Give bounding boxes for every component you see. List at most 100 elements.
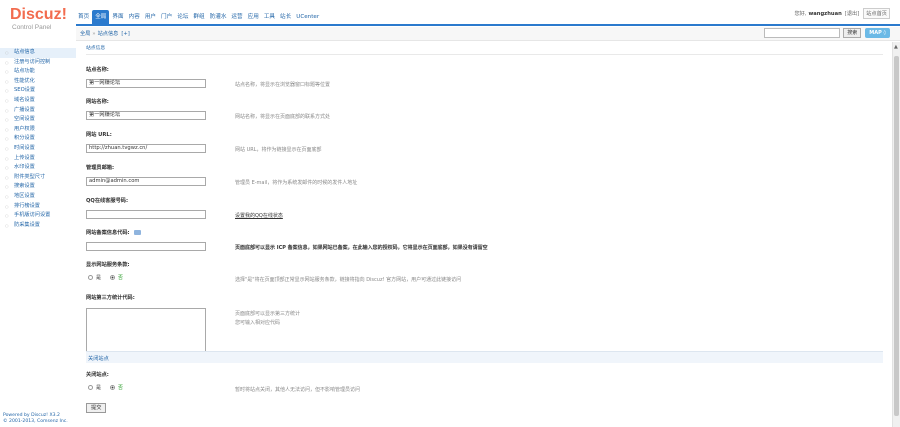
- username: wangzhuan: [808, 10, 842, 17]
- icp-label: 网站备案信息代码:: [86, 229, 141, 236]
- logout-link[interactable]: [退出]: [845, 10, 859, 17]
- nav-item[interactable]: 站长: [278, 10, 293, 24]
- nav-item[interactable]: 运营: [229, 10, 244, 24]
- qq-status-link[interactable]: 设置我的QQ在线状态: [235, 212, 283, 219]
- no-label: 否: [118, 275, 124, 281]
- service-terms-yes-radio[interactable]: [88, 275, 93, 280]
- web-name-hint: 网站名称，将显示在页面底部的联系方式处: [235, 114, 331, 120]
- page-title: 站点信息: [86, 46, 106, 51]
- sidebar-item[interactable]: 用户权限: [0, 125, 76, 135]
- sidebar-menu: 站点信息注册与访问控制站点功能性能优化SEO设置域名设置广播设置空间设置用户权限…: [0, 48, 76, 230]
- sidebar-item[interactable]: 站点信息: [0, 48, 76, 58]
- logo[interactable]: Discuz! Control Panel: [10, 6, 68, 32]
- sidebar-item[interactable]: 排行榜设置: [0, 202, 76, 212]
- service-terms-hint: 选择"是"将在页面顶部正常显示网站服务条款，链接将指向 Discuz! 官方网站…: [235, 277, 462, 283]
- close-site-label: 关闭站点:: [86, 372, 109, 378]
- close-site-radio-group: 是 否: [88, 384, 132, 391]
- service-terms-no-radio[interactable]: [110, 275, 116, 280]
- sidebar-item[interactable]: SEO设置: [0, 86, 76, 96]
- sidebar-item[interactable]: 手机版访问设置: [0, 211, 76, 221]
- nav-item[interactable]: 论坛: [175, 10, 190, 24]
- scrollbar[interactable]: ▲: [892, 42, 900, 427]
- close-site-no-radio[interactable]: [110, 385, 116, 390]
- service-terms-radio-group: 是 否: [88, 274, 132, 281]
- breadcrumb-root[interactable]: 全局: [80, 31, 90, 37]
- sidebar-item[interactable]: 空间设置: [0, 115, 76, 125]
- yes-label: 是: [96, 275, 102, 281]
- divider: [86, 54, 883, 55]
- site-name-input[interactable]: 第一网赚论坛: [86, 79, 206, 88]
- nav-item[interactable]: 门户: [159, 10, 174, 24]
- sidebar-item[interactable]: 广播设置: [0, 106, 76, 116]
- sidebar-item[interactable]: 注册与访问控制: [0, 58, 76, 68]
- sidebar-item[interactable]: 域名设置: [0, 96, 76, 106]
- nav-item[interactable]: 群组: [191, 10, 206, 24]
- sidebar-item[interactable]: 地区设置: [0, 192, 76, 202]
- nav-item[interactable]: 首页: [76, 10, 91, 24]
- close-site-section: 关闭站点: [86, 351, 883, 363]
- nav-item[interactable]: UCenter: [294, 10, 321, 24]
- icp-hint: 页面底部可以显示 ICP 备案信息，如果网站已备案，在此输入您的授权码，它将显示…: [235, 245, 488, 251]
- site-name-hint: 站点名称，将显示在浏览器窗口标题等位置: [235, 82, 331, 88]
- submit-button[interactable]: 提交: [86, 403, 107, 413]
- sidebar-item[interactable]: 性能优化: [0, 77, 76, 87]
- main-content: 站点信息 站点名称: 第一网赚论坛 站点名称，将显示在浏览器窗口标题等位置 网站…: [76, 42, 892, 427]
- yes-label: 是: [96, 385, 102, 391]
- icp-label-text: 网站备案信息代码:: [86, 230, 130, 236]
- sidebar-item[interactable]: 搜索设置: [0, 182, 76, 192]
- nav-item[interactable]: 全局: [92, 10, 110, 24]
- sidebar-item[interactable]: 上传设置: [0, 154, 76, 164]
- search-input[interactable]: [764, 28, 841, 38]
- web-name-input[interactable]: 第一网赚论坛: [86, 111, 206, 120]
- nav-item[interactable]: 用户: [143, 10, 158, 24]
- stat-code-textarea[interactable]: [86, 308, 206, 356]
- close-site-hint: 暂时将站点关闭，其他人无法访问，但不影响管理员访问: [235, 387, 361, 393]
- service-terms-label: 显示网站服务条款:: [86, 262, 130, 268]
- nav-item[interactable]: 工具: [262, 10, 277, 24]
- icp-input[interactable]: [86, 242, 206, 251]
- greeting-text: 您好,: [794, 11, 807, 17]
- nav-item[interactable]: 内容: [127, 10, 142, 24]
- settings-form: 站点名称: 第一网赚论坛 站点名称，将显示在浏览器窗口标题等位置 网站名称: 第…: [86, 54, 883, 427]
- nav-item[interactable]: 应用: [246, 10, 261, 24]
- admin-email-input[interactable]: admin@admin.com: [86, 177, 206, 186]
- site-home-button[interactable]: 站点首页: [863, 8, 890, 19]
- top-nav-underline: [76, 24, 900, 26]
- admin-email-label: 管理员邮箱:: [86, 165, 115, 171]
- stat-code-hint-1: 页面底部可以显示第三方统计: [235, 311, 301, 317]
- sidebar-item[interactable]: 水印设置: [0, 163, 76, 173]
- nav-item[interactable]: 防灌水: [208, 10, 229, 24]
- no-label: 否: [118, 385, 124, 391]
- header: Discuz! Control Panel 首页 全局 界面 内容 用户 门户 论坛 群组 防灌…: [0, 0, 900, 42]
- search-button[interactable]: 搜索: [843, 28, 862, 38]
- search-area: 搜索 MAP ◊: [764, 28, 890, 38]
- close-site-yes-radio[interactable]: [88, 385, 93, 390]
- sidebar-item[interactable]: 时间设置: [0, 144, 76, 154]
- breadcrumb: 全局» 站点信息 [+]: [80, 30, 130, 37]
- stat-code-label: 网站第三方统计代码:: [86, 295, 135, 301]
- comment-icon[interactable]: [133, 230, 141, 235]
- copyright-line: © 2001-2013, Comsenz Inc.: [3, 419, 68, 424]
- sidebar-item[interactable]: 站点功能: [0, 67, 76, 77]
- sidebar-item[interactable]: 防采集设置: [0, 221, 76, 231]
- add-shortcut-link[interactable]: [+]: [121, 31, 129, 37]
- admin-email-hint: 管理员 E-mail，将作为系统发邮件的时候的发件人地址: [235, 180, 358, 186]
- close-site-section-title: 关闭站点: [88, 356, 109, 362]
- powered-by: Powered by Discuz! X3.2 © 2001-2013, Com…: [3, 413, 68, 425]
- qq-input[interactable]: [86, 210, 206, 219]
- web-url-input[interactable]: http://zhuan.tvgwz.cn/: [86, 144, 206, 153]
- sidebar-item[interactable]: 附件类型尺寸: [0, 173, 76, 183]
- logo-subtitle: Control Panel: [12, 24, 52, 31]
- breadcrumb-bar: 全局» 站点信息 [+] 搜索 MAP ◊: [76, 27, 900, 41]
- map-button[interactable]: MAP ◊: [865, 28, 890, 38]
- sidebar-item[interactable]: 积分设置: [0, 134, 76, 144]
- scroll-thumb[interactable]: [894, 56, 899, 416]
- nav-item[interactable]: 界面: [110, 10, 125, 24]
- logo-text: Discuz!: [10, 6, 67, 23]
- qq-label: QQ在线客服号码:: [86, 198, 129, 204]
- web-name-label: 网站名称:: [86, 99, 109, 105]
- sidebar: 站点信息注册与访问控制站点功能性能优化SEO设置域名设置广播设置空间设置用户权限…: [0, 42, 76, 427]
- stat-code-hint-2: 您可输入相对应代码: [235, 320, 281, 326]
- breadcrumb-current: 站点信息: [97, 31, 119, 37]
- scroll-up-icon[interactable]: ▲: [894, 44, 898, 50]
